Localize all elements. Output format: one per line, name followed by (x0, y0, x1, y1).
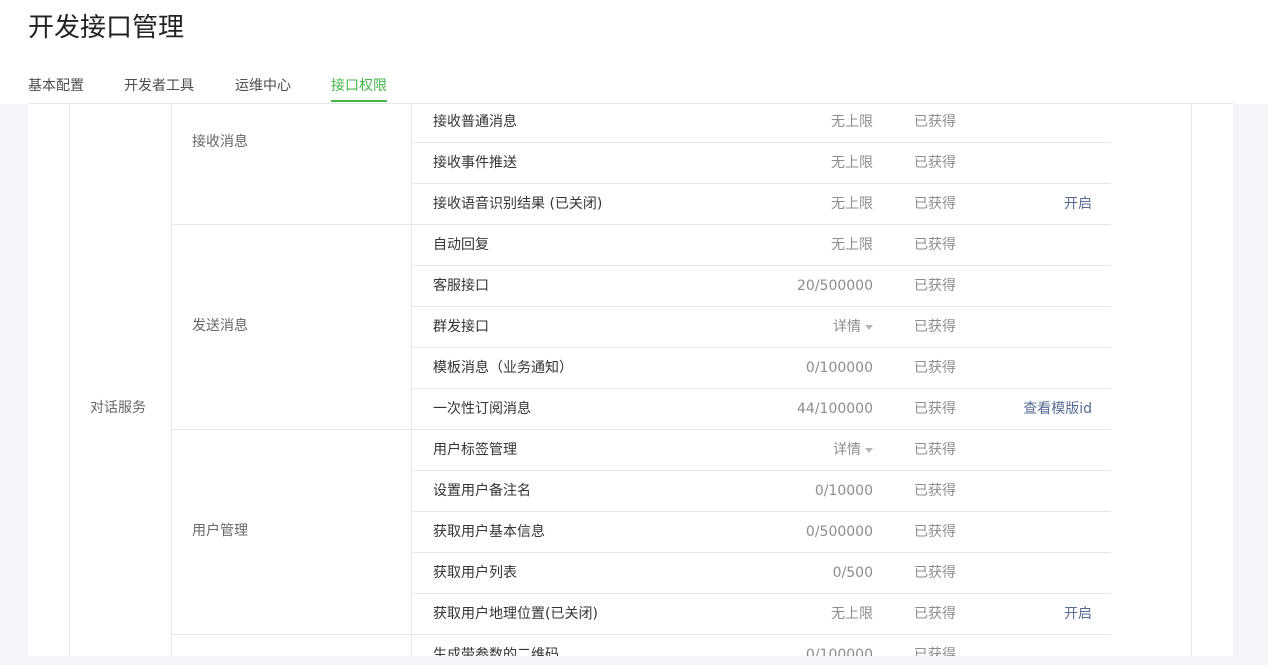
table-row: 获取用户基本信息 0/500000 已获得 (412, 512, 1111, 553)
table-row: 生成带参数的二维码 0/100000 已获得 (412, 635, 1111, 656)
table-row: 获取用户列表 0/500 已获得 (412, 553, 1111, 594)
status-value: 已获得 (914, 114, 956, 130)
chevron-down-icon (865, 447, 873, 453)
status-value: 已获得 (914, 360, 956, 376)
details-label: 详情 (833, 319, 861, 335)
status-value: 已获得 (914, 278, 956, 294)
interface-name: 接收普通消息 (433, 114, 517, 130)
interface-name: 生成带参数的二维码 (433, 647, 559, 656)
quota-value: 44/100000 (797, 401, 873, 417)
table-row: 群发接口 详情 已获得 (412, 307, 1111, 348)
quota-value: 0/500000 (805, 524, 873, 540)
tab-developer-tools[interactable]: 开发者工具 (124, 76, 194, 96)
interface-name: 接收事件推送 (433, 155, 517, 171)
group-label-receive: 接收消息 (192, 134, 248, 150)
table-row: 用户标签管理 详情 已获得 (412, 430, 1111, 471)
enable-link[interactable]: 开启 (1064, 604, 1092, 624)
interface-name: 获取用户列表 (433, 565, 517, 581)
table-row: 设置用户备注名 0/10000 已获得 (412, 471, 1111, 512)
status-value: 已获得 (914, 196, 956, 212)
chevron-down-icon (865, 324, 873, 330)
table-row: 客服接口 20/500000 已获得 (412, 266, 1111, 307)
quota-value: 无上限 (831, 606, 873, 622)
group-label-send: 发送消息 (192, 318, 248, 334)
table-row: 模板消息（业务通知） 0/100000 已获得 (412, 348, 1111, 389)
interface-name: 客服接口 (433, 278, 489, 294)
quota-value: 0/10000 (814, 483, 873, 499)
interface-name: 一次性订阅消息 (433, 401, 531, 417)
page-title: 开发接口管理 (28, 13, 185, 43)
interface-name: 获取用户地理位置(已关闭) (433, 606, 598, 622)
tab-ops-center[interactable]: 运维中心 (235, 76, 291, 96)
table-row: 接收事件推送 无上限 已获得 (412, 143, 1111, 184)
interface-name: 模板消息（业务通知） (433, 360, 573, 376)
table-row: 一次性订阅消息 44/100000 已获得 查看模版id (412, 389, 1111, 430)
quota-value: 0/100000 (805, 360, 873, 376)
status-value: 已获得 (914, 401, 956, 417)
group-label-users: 用户管理 (192, 523, 248, 539)
details-dropdown[interactable]: 详情 (833, 440, 873, 460)
interface-name: 群发接口 (433, 319, 489, 335)
status-value: 已获得 (914, 442, 956, 458)
status-value: 已获得 (914, 647, 956, 656)
details-dropdown[interactable]: 详情 (833, 317, 873, 337)
table-divider (1191, 104, 1192, 656)
tab-interface-permissions[interactable]: 接口权限 (331, 76, 387, 102)
table-row: 接收语音识别结果 (已关闭) 无上限 已获得 开启 (412, 184, 1111, 225)
status-value: 已获得 (914, 319, 956, 335)
tab-basic-config[interactable]: 基本配置 (28, 76, 84, 96)
interface-name: 用户标签管理 (433, 442, 517, 458)
status-value: 已获得 (914, 155, 956, 171)
table-divider (69, 104, 70, 656)
permissions-table: 对话服务 接收消息 发送消息 用户管理 接收普通消息 无上限 已获得 接收事件推… (28, 104, 1233, 656)
quota-value: 20/500000 (797, 278, 873, 294)
page-header: 开发接口管理 基本配置 开发者工具 运维中心 接口权限 (0, 0, 1268, 104)
interface-name: 获取用户基本信息 (433, 524, 545, 540)
quota-value: 无上限 (831, 237, 873, 253)
interface-name: 自动回复 (433, 237, 489, 253)
quota-value: 无上限 (831, 196, 873, 212)
status-value: 已获得 (914, 237, 956, 253)
quota-value: 0/100000 (805, 647, 873, 656)
interface-name: 设置用户备注名 (433, 483, 531, 499)
table-row: 自动回复 无上限 已获得 (412, 225, 1111, 266)
table-row: 获取用户地理位置(已关闭) 无上限 已获得 开启 (412, 594, 1111, 635)
interface-name: 接收语音识别结果 (已关闭) (433, 196, 603, 212)
status-value: 已获得 (914, 483, 956, 499)
enable-link[interactable]: 开启 (1064, 194, 1092, 214)
quota-value: 0/500 (832, 565, 873, 581)
details-label: 详情 (833, 442, 861, 458)
page-background (1233, 104, 1268, 665)
table-divider (171, 104, 172, 656)
table-row: 接收普通消息 无上限 已获得 (412, 104, 1111, 143)
status-value: 已获得 (914, 524, 956, 540)
view-template-id-link[interactable]: 查看模版id (1023, 399, 1092, 419)
quota-value: 无上限 (831, 114, 873, 130)
quota-value: 无上限 (831, 155, 873, 171)
status-value: 已获得 (914, 606, 956, 622)
page-background (0, 656, 1268, 665)
category-label: 对话服务 (90, 400, 146, 416)
status-value: 已获得 (914, 565, 956, 581)
